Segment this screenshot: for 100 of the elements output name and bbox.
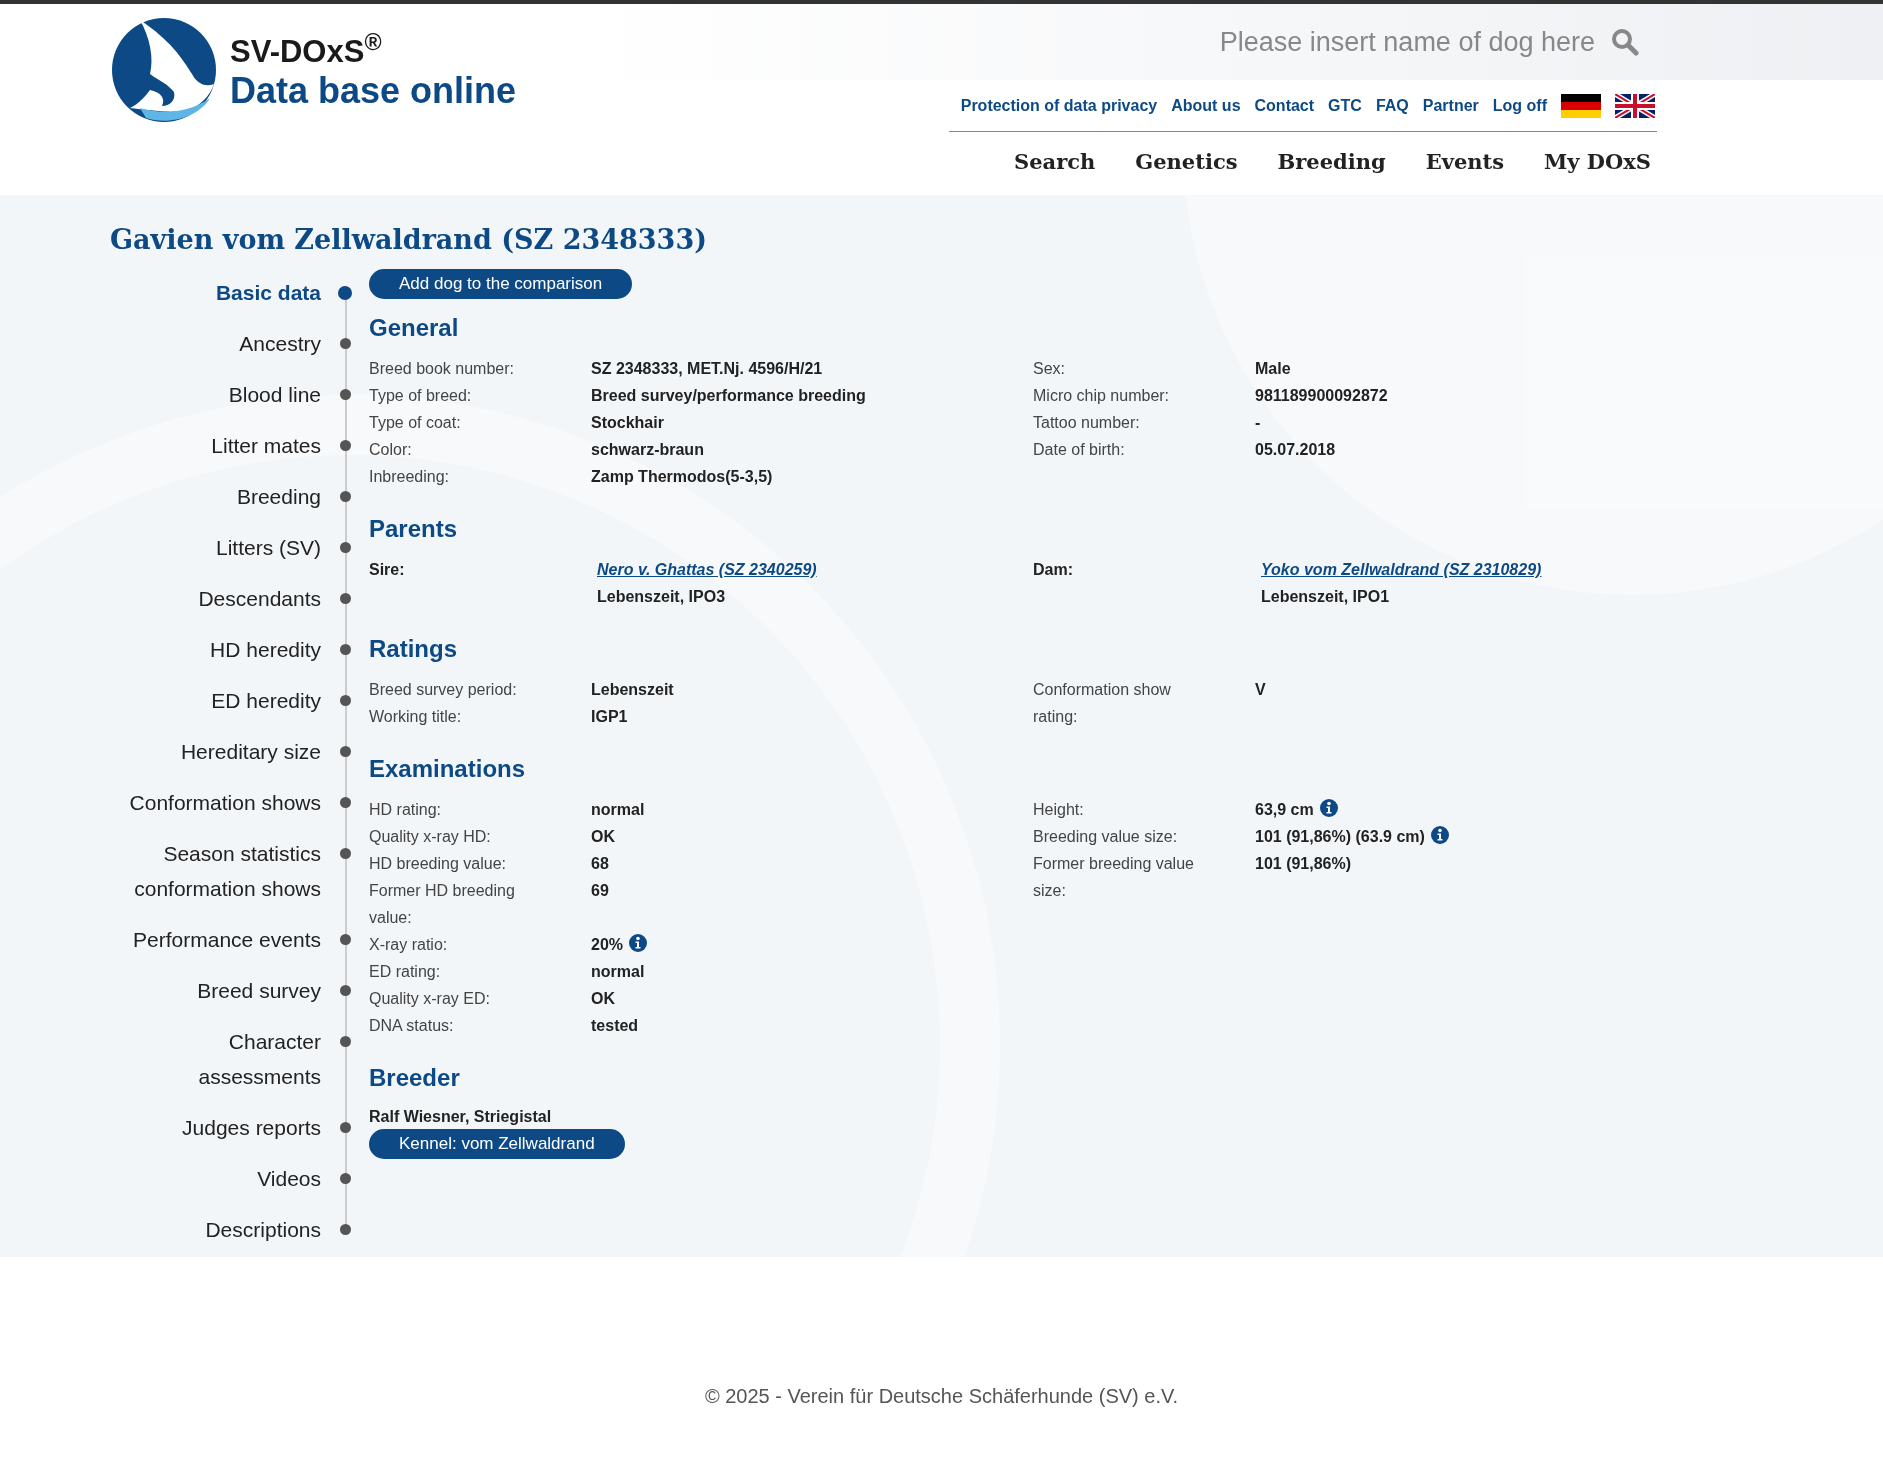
field-value: 101 (91,86%)	[1255, 855, 1352, 872]
field-label: Inbreeding:	[369, 467, 451, 487]
field-value: 05.07.2018	[1255, 441, 1336, 458]
field-value: OK	[591, 828, 615, 845]
field-label: Dam:	[1033, 560, 1074, 580]
field-label: DNA status:	[369, 1016, 455, 1036]
field-label: Breed book number:	[369, 359, 515, 379]
section-heading: Examinations	[369, 754, 527, 784]
breeder-name: Ralf Wiesner, Striegistal	[369, 1107, 553, 1127]
side-nav-item[interactable]: Breed survey	[110, 965, 369, 1016]
section-heading: General	[369, 313, 460, 343]
field-label: Working title:	[369, 707, 463, 727]
side-nav-item[interactable]: Ancestry	[110, 318, 369, 369]
side-nav-item[interactable]: Conformation shows	[110, 777, 369, 828]
british-flag-icon[interactable]	[1615, 93, 1655, 118]
field-label: Breed survey period:	[369, 680, 518, 700]
field-label: HD breeding value:	[369, 854, 507, 874]
field-value: -	[1255, 414, 1261, 431]
field-label: Color:	[369, 440, 413, 460]
top-link[interactable]: Partner	[1422, 93, 1479, 118]
main-nav-link[interactable]: My DOxS	[1544, 146, 1651, 178]
main-nav-link[interactable]: Genetics	[1135, 146, 1238, 178]
field-value: normal	[591, 963, 645, 980]
section-heading: Ratings	[369, 634, 458, 664]
field-label: Sex:	[1033, 359, 1066, 379]
page-title: Gavien vom Zellwaldrand (SZ 2348333)	[110, 223, 708, 257]
parent-titles: Lebenszeit, IPO3	[597, 587, 726, 607]
field-label: Sire:	[369, 560, 406, 580]
add-to-comparison-button[interactable]: Add dog to the comparison	[369, 269, 633, 299]
side-nav-item[interactable]: Season statistics conformation shows	[110, 828, 369, 914]
field-value: 981189900092872	[1255, 387, 1388, 404]
section-heading: Breeder	[369, 1063, 461, 1093]
field-value: normal	[591, 801, 645, 818]
logo-icon[interactable]	[110, 18, 218, 124]
field-value: schwarz-braun	[591, 441, 704, 458]
copyright-text: © 2025 - Verein für Deutsche Schäferhunde (SV) e.V.	[704, 1384, 1179, 1409]
side-nav-item[interactable]: ED heredity	[110, 675, 369, 726]
side-nav-item[interactable]: Hereditary size	[110, 726, 369, 777]
search-field[interactable]: Please insert name of dog here	[1195, 21, 1595, 63]
german-flag-icon[interactable]	[1561, 93, 1601, 118]
field-label: Micro chip number:	[1033, 386, 1171, 406]
field-label: Tattoo number:	[1033, 413, 1141, 433]
field-label: Conformation show rating:	[1033, 680, 1172, 727]
field-value: Male	[1255, 360, 1291, 377]
top-link[interactable]: GTC	[1328, 93, 1362, 118]
top-link[interactable]: Contact	[1254, 93, 1315, 118]
main-nav-link[interactable]: Search	[1014, 146, 1096, 178]
field-label: Quality x-ray ED:	[369, 989, 491, 1009]
parent-titles: Lebenszeit, IPO1	[1261, 587, 1390, 607]
field-label: HD rating:	[369, 800, 443, 820]
side-nav-item[interactable]: Litter mates	[110, 420, 369, 471]
field-label: ED rating:	[369, 962, 442, 982]
field-value: 69	[591, 882, 609, 899]
field-value: Lebenszeit	[591, 681, 674, 698]
field-value: tested	[591, 1017, 639, 1034]
field-value: OK	[591, 990, 615, 1007]
field-label: Date of birth:	[1033, 440, 1126, 460]
field-value: 68	[591, 855, 609, 872]
main-nav-link[interactable]: Events	[1425, 146, 1505, 178]
side-nav-item[interactable]: Basic data	[110, 267, 369, 318]
side-nav-item[interactable]: Blood line	[110, 369, 369, 420]
side-nav-item[interactable]: Descendants	[110, 573, 369, 624]
side-nav-item[interactable]: Performance events	[110, 914, 369, 965]
section-heading: Parents	[369, 514, 459, 544]
parent-link[interactable]: Yoko vom Zellwaldrand (SZ 2310829)	[1261, 556, 1542, 583]
top-link[interactable]: Log off	[1492, 93, 1547, 118]
top-link[interactable]: FAQ	[1375, 93, 1409, 118]
field-label: Quality x-ray HD:	[369, 827, 492, 847]
field-value: 101 (91,86%) (63.9 cm)	[1255, 828, 1425, 845]
side-nav-item[interactable]: Character assessments	[110, 1016, 369, 1102]
side-nav-item[interactable]: Judges reports	[110, 1102, 369, 1153]
field-value: V	[1255, 681, 1266, 698]
field-value: 20%	[591, 936, 624, 953]
field-value: Zamp Thermodos(5-3,5)	[591, 468, 773, 485]
info-icon[interactable]	[629, 934, 648, 952]
info-icon[interactable]	[1319, 799, 1338, 817]
field-label: Type of breed:	[369, 386, 473, 406]
info-icon[interactable]	[1430, 826, 1449, 844]
field-label: Former breeding value size:	[1033, 854, 1195, 901]
parent-link[interactable]: Nero v. Ghattas (SZ 2340259)	[597, 556, 817, 583]
top-link[interactable]: Protection of data privacy	[960, 93, 1158, 118]
field-label: Type of coat:	[369, 413, 462, 433]
side-nav-item[interactable]: Videos	[110, 1153, 369, 1204]
side-nav-item[interactable]: Descriptions	[110, 1204, 369, 1255]
field-label: Height:	[1033, 800, 1085, 820]
kennel-button[interactable]: Kennel: vom Zellwaldrand	[369, 1129, 625, 1159]
field-label: Former HD breeding value:	[369, 881, 516, 928]
field-value: SZ 2348333, MET.Nj. 4596/H/21	[591, 360, 823, 377]
field-value: 63,9 cm	[1255, 801, 1314, 818]
side-nav-item[interactable]: Breeding	[110, 471, 369, 522]
logo-name: SV-DOxS$^{®}$	[230, 34, 383, 70]
field-label: X-ray ratio:	[369, 935, 449, 955]
side-nav-item[interactable]: HD heredity	[110, 624, 369, 675]
field-label: Breeding value size:	[1033, 827, 1179, 847]
field-value: IGP1	[591, 708, 628, 725]
main-nav-link[interactable]: Breeding	[1277, 146, 1386, 178]
top-link[interactable]: About us	[1171, 93, 1241, 118]
search-icon[interactable]	[1611, 28, 1639, 56]
side-nav-item[interactable]: Litters (SV)	[110, 522, 369, 573]
field-value: Stockhair	[591, 414, 664, 431]
